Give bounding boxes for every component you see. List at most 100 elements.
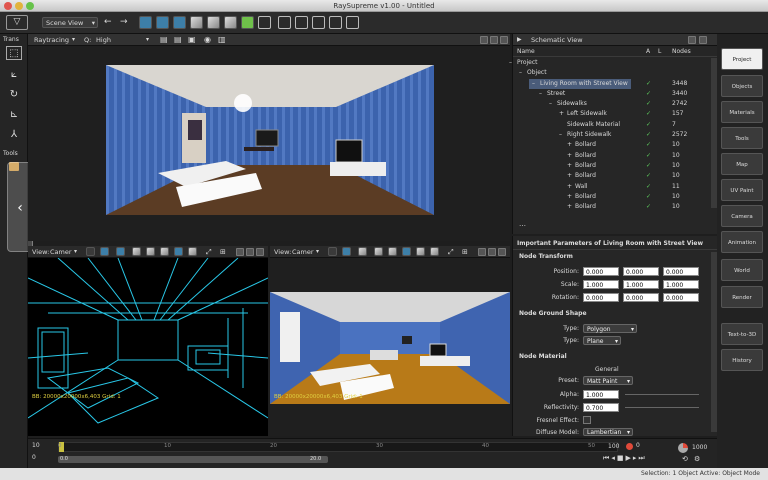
shaded-frame-icon[interactable]: ⊞ — [462, 246, 468, 258]
check-icon[interactable]: ✓ — [646, 202, 651, 212]
schematic-row[interactable]: – Object — [513, 68, 711, 78]
schematic-row[interactable]: + Left Sidewalk ✓ 157 — [513, 109, 711, 119]
wireframe-viewport[interactable]: View: Camer ▾ ⤢ ⊞ BB: 20000x20000x6,403 … — [28, 246, 268, 436]
schematic-help-button[interactable] — [688, 36, 696, 44]
schematic-row[interactable]: + Bollard ✓ 10 — [513, 202, 711, 212]
cube-shaded-button[interactable] — [224, 16, 237, 29]
schematic-more[interactable]: … — [519, 220, 526, 228]
shaded-viewport[interactable]: View: Camer ▾ ⤢ ⊞ BB: 20000x20000x6,403 … — [270, 246, 510, 436]
schematic-close-button[interactable] — [699, 36, 707, 44]
snapshot-icon[interactable]: ◉ — [204, 34, 211, 46]
schematic-row[interactable]: – Right Sidewalk ✓ 2572 — [513, 130, 711, 140]
playback-controls[interactable]: ⏮◂■▶▸⏭ — [603, 454, 647, 463]
sidebar-camera-button[interactable]: Camera — [721, 205, 763, 227]
shaded-grid-button[interactable] — [328, 247, 337, 256]
scale-y-field[interactable]: 1.000 — [623, 280, 659, 289]
shaded-cube-3-button[interactable] — [388, 247, 397, 256]
fresnel-checkbox[interactable] — [583, 416, 591, 424]
type2-select[interactable]: Plane ▾ — [583, 336, 621, 345]
wire-sphere-button[interactable] — [100, 247, 109, 256]
sidebar-map-button[interactable]: Map — [721, 153, 763, 175]
quality-value[interactable]: High — [96, 34, 111, 46]
wire-cube-3-button[interactable] — [160, 247, 169, 256]
check-icon[interactable]: ✓ — [646, 192, 651, 202]
sidebar-text-to-3d-button[interactable]: Text-to-3D — [721, 323, 763, 345]
light-tool-button[interactable] — [173, 16, 186, 29]
sidebar-uvpaint-button[interactable]: UV Paint — [721, 179, 763, 201]
shaded-fit-icon[interactable]: ⤢ — [448, 246, 454, 258]
position-z-field[interactable]: 0.000 — [663, 267, 699, 276]
schematic-row[interactable]: – Living Room with Street View ✓ 3448 — [513, 78, 711, 89]
shaded-cube-4-button[interactable] — [402, 247, 411, 256]
alpha-field[interactable]: 1.000 — [583, 390, 619, 399]
schematic-row[interactable]: – Project — [509, 58, 711, 68]
layout-3-button[interactable] — [312, 16, 325, 29]
expand-icon[interactable]: + — [567, 182, 572, 192]
scale-icon[interactable]: ⊾ — [6, 108, 22, 122]
schematic-row[interactable]: + Bollard ✓ 10 — [513, 171, 711, 181]
record-icon[interactable]: ▣ — [188, 34, 196, 46]
check-icon[interactable]: ✓ — [646, 120, 651, 130]
wire-mode-button[interactable] — [116, 247, 125, 256]
expand-icon[interactable]: + — [567, 161, 572, 171]
wire-grid-button[interactable] — [86, 247, 95, 256]
loop-icon[interactable]: ⟲ — [682, 455, 688, 463]
position-y-field[interactable]: 0.000 — [623, 267, 659, 276]
sidebar-world-button[interactable]: World — [721, 259, 763, 281]
expand-icon[interactable]: + — [567, 151, 572, 161]
redo-arrow-icon[interactable]: → — [120, 17, 128, 27]
shaded-cube-1-button[interactable] — [358, 247, 367, 256]
check-icon[interactable]: ✓ — [646, 99, 651, 109]
wire-frame-icon[interactable]: ⊞ — [220, 246, 226, 258]
check-icon[interactable]: ✓ — [646, 171, 651, 181]
diffuse-select[interactable]: Lambertian ▾ — [583, 428, 633, 436]
maximize-button[interactable] — [490, 36, 498, 44]
wire-cube-5-button[interactable] — [188, 247, 197, 256]
collapse-icon[interactable]: – — [519, 68, 522, 78]
wire-cube-2-button[interactable] — [146, 247, 155, 256]
expand-icon[interactable]: + — [567, 202, 572, 212]
wire-fit-icon[interactable]: ⤢ — [206, 246, 212, 258]
expand-icon[interactable]: + — [567, 171, 572, 181]
timeline[interactable]: 10 0 0 10 20 30 40 50 0.0 20.0 100 0 ⏮◂■… — [28, 438, 717, 468]
move-icon[interactable]: ⟀ — [6, 68, 22, 82]
cube-primitive-button[interactable] — [190, 16, 203, 29]
shaded-maximize-button[interactable] — [488, 248, 496, 256]
view-select[interactable]: Scene View ▾ — [42, 17, 98, 28]
schematic-row[interactable]: + Bollard ✓ 10 — [513, 140, 711, 150]
sidebar-objects-button[interactable]: Objects — [721, 75, 763, 97]
shaded-close-button[interactable] — [498, 248, 506, 256]
wire-view-value[interactable]: Camer — [50, 246, 72, 258]
rotate-icon[interactable]: ↻ — [6, 88, 22, 102]
reflectivity-slider[interactable] — [625, 407, 699, 408]
help-button[interactable] — [480, 36, 488, 44]
expand-icon[interactable]: + — [567, 192, 572, 202]
export-icon[interactable]: ▥ — [218, 34, 226, 46]
zoom-window-button[interactable] — [26, 2, 34, 10]
shaded-cube-5-button[interactable] — [416, 247, 425, 256]
green-cube-button[interactable] — [241, 16, 254, 29]
layout-1-button[interactable] — [278, 16, 291, 29]
skip-end-icon[interactable]: ⏭ — [638, 454, 646, 462]
axis-icon[interactable]: ⅄ — [6, 128, 22, 142]
schematic-row[interactable]: Sidewalk Material ✓ 7 — [513, 120, 711, 130]
alpha-slider[interactable] — [625, 394, 699, 395]
check-icon[interactable]: ✓ — [646, 130, 651, 140]
schematic-row[interactable]: – Sidewalks ✓ 2742 — [513, 99, 711, 109]
type1-select[interactable]: Polygon ▾ — [583, 324, 637, 333]
collapse-icon[interactable]: – — [559, 130, 562, 140]
rotation-x-field[interactable]: 0.000 — [583, 293, 619, 302]
rotation-y-field[interactable]: 0.000 — [623, 293, 659, 302]
check-icon[interactable]: ✓ — [646, 161, 651, 171]
shaded-help-button[interactable] — [478, 248, 486, 256]
schematic-row[interactable]: + Bollard ✓ 10 — [513, 161, 711, 171]
select-tool-button[interactable] — [139, 16, 152, 29]
position-x-field[interactable]: 0.000 — [583, 267, 619, 276]
schematic-row[interactable]: + Bollard ✓ 10 — [513, 151, 711, 161]
scale-z-field[interactable]: 1.000 — [663, 280, 699, 289]
play-icon[interactable]: ▶ — [625, 454, 632, 462]
timeline-track[interactable] — [58, 442, 618, 452]
sidebar-render-button[interactable]: Render — [721, 286, 763, 308]
speed-dial-icon[interactable] — [678, 443, 688, 453]
scale-x-field[interactable]: 1.000 — [583, 280, 619, 289]
